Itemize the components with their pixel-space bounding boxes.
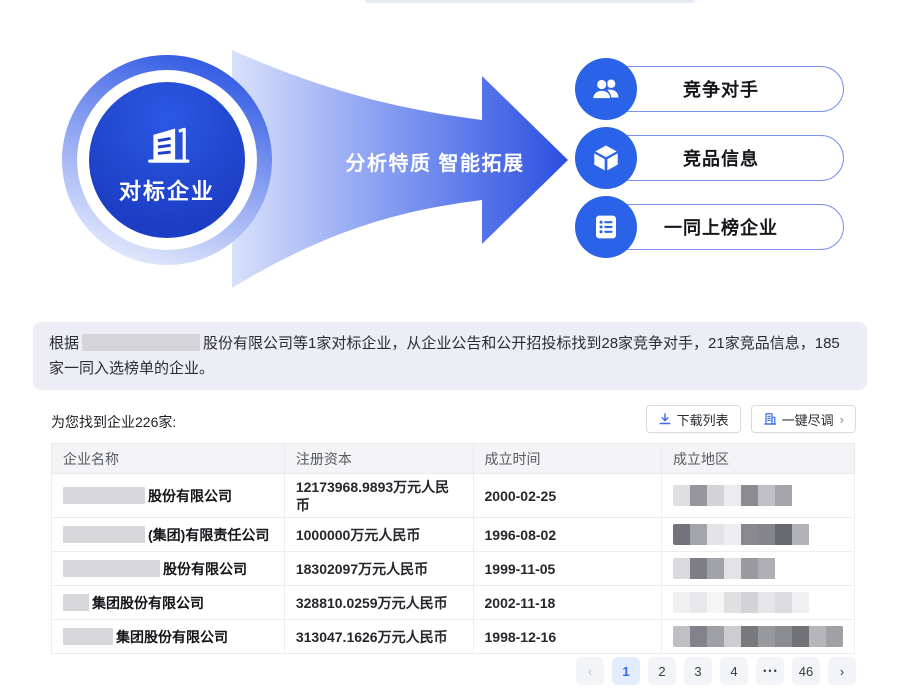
company-name-suffix: 股份有限公司	[148, 488, 232, 504]
benchmark-circle-inner: 对标企业	[89, 82, 245, 238]
pagination-ellipsis[interactable]: •••	[756, 657, 784, 685]
redacted-name-block	[63, 526, 145, 543]
download-icon	[658, 412, 672, 426]
company-name-suffix: 集团股份有限公司	[116, 629, 228, 645]
redacted-region-mosaic	[673, 485, 843, 506]
table-row[interactable]: 集团股份有限公司 313047.1626万元人民币1998-12-16	[52, 620, 855, 654]
top-edge-sliver	[365, 0, 695, 3]
pagination-page-4[interactable]: 4	[720, 657, 748, 685]
pagination-page-2[interactable]: 2	[648, 657, 676, 685]
company-name-cell[interactable]: 股份有限公司	[52, 474, 285, 518]
table-row[interactable]: 股份有限公司 18302097万元人民币1999-11-05	[52, 552, 855, 586]
chevron-right-icon: ›	[840, 412, 844, 427]
one-click-diligence-label: 一键尽调	[782, 410, 834, 429]
pagination-prev-button[interactable]: ‹	[576, 657, 604, 685]
users-icon	[575, 58, 637, 120]
download-list-button[interactable]: 下载列表	[646, 405, 741, 433]
target-item-competing-products[interactable]: 竞品信息	[575, 127, 845, 190]
benchmark-company-label: 对标企业	[119, 174, 215, 206]
benchmark-company-circle: 对标企业	[62, 55, 272, 265]
founded-region-cell	[661, 586, 854, 620]
pagination-page-3[interactable]: 3	[684, 657, 712, 685]
result-count-label: 为您找到企业226家:	[51, 412, 176, 432]
redacted-company-name	[82, 334, 200, 351]
table-row[interactable]: 集团股份有限公司 328810.0259万元人民币2002-11-18	[52, 586, 855, 620]
founded-region-cell	[661, 620, 854, 654]
founded-date-cell: 2002-11-18	[473, 586, 661, 620]
pagination-page-1[interactable]: 1	[612, 657, 640, 685]
cube-icon	[575, 127, 637, 189]
company-name-cell[interactable]: (集团)有限责任公司	[52, 518, 285, 552]
founded-date-cell: 1999-11-05	[473, 552, 661, 586]
list-icon	[575, 196, 637, 258]
one-click-diligence-button[interactable]: 一键尽调 ›	[751, 405, 856, 433]
redacted-region-mosaic	[673, 626, 843, 647]
header-registered-capital: 注册资本	[284, 444, 473, 474]
header-founded-region: 成立地区	[661, 444, 854, 474]
redacted-name-block	[63, 594, 89, 611]
table-header-row: 企业名称 注册资本 成立时间 成立地区	[52, 444, 855, 474]
pagination-page-46[interactable]: 46	[792, 657, 820, 685]
founded-region-cell	[661, 552, 854, 586]
registered-capital-cell: 313047.1626万元人民币	[284, 620, 473, 654]
table-row[interactable]: (集团)有限责任公司 1000000万元人民币1996-08-02	[52, 518, 855, 552]
company-table: 企业名称 注册资本 成立时间 成立地区 股份有限公司 12173968.9893万…	[51, 443, 855, 654]
header-company-name: 企业名称	[52, 444, 285, 474]
registered-capital-cell: 18302097万元人民币	[284, 552, 473, 586]
founded-date-cell: 1998-12-16	[473, 620, 661, 654]
benchmark-circle-ring: 对标企业	[77, 70, 257, 250]
redacted-name-block	[63, 560, 160, 577]
company-name-cell[interactable]: 集团股份有限公司	[52, 620, 285, 654]
building-icon	[138, 114, 196, 172]
company-name-suffix: 股份有限公司	[163, 561, 247, 577]
target-item-colisted-companies[interactable]: 一同上榜企业	[575, 196, 845, 259]
registered-capital-cell: 1000000万元人民币	[284, 518, 473, 552]
redacted-region-mosaic	[673, 558, 843, 579]
redacted-region-mosaic	[673, 524, 843, 545]
company-name-cell[interactable]: 集团股份有限公司	[52, 586, 285, 620]
header-founded-date: 成立时间	[473, 444, 661, 474]
founded-region-cell	[661, 518, 854, 552]
redacted-name-block	[63, 487, 145, 504]
company-name-suffix: 集团股份有限公司	[92, 595, 204, 611]
founded-date-cell: 1996-08-02	[473, 518, 661, 552]
building-small-icon	[763, 412, 777, 426]
registered-capital-cell: 328810.0259万元人民币	[284, 586, 473, 620]
founded-region-cell	[661, 474, 854, 518]
registered-capital-cell: 12173968.9893万元人民币	[284, 474, 473, 518]
redacted-region-mosaic	[673, 592, 843, 613]
target-item-competitors[interactable]: 竞争对手	[575, 58, 845, 121]
founded-date-cell: 2000-02-25	[473, 474, 661, 518]
flow-arrow-label: 分析特质 智能拓展	[328, 147, 542, 176]
company-name-suffix: (集团)有限责任公司	[148, 527, 269, 543]
redacted-name-block	[63, 628, 113, 645]
company-table-body: 股份有限公司12173968.9893万元人民币2000-02-25(集团)有限…	[52, 474, 855, 654]
pagination-next-button[interactable]: ›	[828, 657, 856, 685]
summary-prefix: 根据	[49, 335, 79, 352]
download-list-label: 下载列表	[677, 410, 729, 429]
pagination: ‹ 1234 ••• 46 ›	[576, 657, 856, 685]
company-name-cell[interactable]: 股份有限公司	[52, 552, 285, 586]
summary-banner: 根据股份有限公司等1家对标企业，从企业公告和公开招投标找到28家竞争对手，21家…	[33, 322, 867, 390]
action-buttons: 下载列表 一键尽调 ›	[646, 405, 856, 433]
table-row[interactable]: 股份有限公司 12173968.9893万元人民币2000-02-25	[52, 474, 855, 518]
